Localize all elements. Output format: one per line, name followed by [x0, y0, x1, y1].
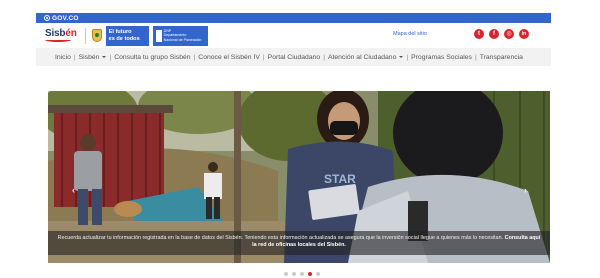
nav-separator: | [474, 53, 477, 61]
colombia-coat-of-arms-icon [91, 29, 102, 42]
el-futuro-es-de-todos-logo[interactable]: El futuro es de todos [105, 25, 149, 46]
twitter-icon[interactable]: t [474, 29, 484, 39]
site-map-link[interactable]: Mapa del sitio [393, 31, 427, 37]
nav-separator: | [262, 53, 265, 61]
nav-separator: | [193, 53, 196, 61]
carousel-indicator-active[interactable] [308, 272, 312, 276]
nav-item-inicio[interactable]: Inicio [55, 54, 71, 61]
hero-carousel: STAR Recuerda actualizar tu información … [48, 91, 550, 263]
social-links: t f ◎ in [474, 29, 529, 39]
nav-item-consulta-grupo[interactable]: Consulta tu grupo Sisbén [114, 54, 190, 61]
instagram-icon[interactable]: ◎ [504, 29, 514, 39]
carousel-indicator[interactable] [300, 272, 304, 276]
nav-item-programas-sociales[interactable]: Programas Sociales [411, 54, 472, 61]
carousel-caption-text: Recuerda actualizar tu información regis… [57, 235, 504, 241]
nav-separator: | [406, 53, 409, 61]
gov-co-icon [44, 15, 50, 21]
carousel-indicator[interactable] [284, 272, 288, 276]
nav-separator: | [73, 53, 76, 61]
gov-co-bar: GOV.CO [0, 0, 600, 23]
carousel-next-button[interactable]: › [524, 185, 527, 195]
dnp-logo[interactable]: DNP Departamento Nacional de Planeación [152, 25, 208, 46]
site-header: Sisbén El futuro es de todos DNP Departa… [36, 23, 551, 48]
nav-item-portal-ciudadano[interactable]: Portal Ciudadano [268, 54, 321, 61]
carousel-prev-button[interactable]: ‹ [72, 185, 75, 195]
gov-co-strip: GOV.CO [36, 13, 551, 23]
carousel-indicator[interactable] [316, 272, 320, 276]
sisben-logo[interactable]: Sisbén [45, 29, 77, 42]
facebook-icon[interactable]: f [489, 29, 499, 39]
nav-separator: | [109, 53, 112, 61]
chevron-down-icon [399, 56, 404, 58]
dnp-mark-icon [155, 29, 162, 42]
nav-item-conoce-sisben-iv[interactable]: Conoce el Sisbén IV [198, 54, 260, 61]
chevron-down-icon [102, 56, 107, 58]
carousel-caption: Recuerda actualizar tu información regis… [48, 231, 550, 255]
header-divider [84, 27, 86, 44]
nav-item-sisben[interactable]: Sisbén [79, 54, 107, 61]
carousel-indicators [284, 272, 320, 276]
nav-separator: | [323, 53, 325, 61]
gov-co-logo[interactable]: GOV.CO [44, 15, 79, 22]
svg-text:STAR: STAR [324, 172, 356, 186]
nav-item-transparencia[interactable]: Transparencia [480, 54, 523, 61]
gov-co-label: GOV.CO [52, 14, 79, 22]
carousel-indicator[interactable] [292, 272, 296, 276]
sisben-logo-text: Sisbén [45, 28, 77, 39]
nav-item-atencion-ciudadano[interactable]: Atención al Ciudadano [328, 54, 404, 61]
linkedin-icon[interactable]: in [519, 29, 529, 39]
main-nav: Inicio | Sisbén | Consulta tu grupo Sisb… [36, 48, 551, 66]
